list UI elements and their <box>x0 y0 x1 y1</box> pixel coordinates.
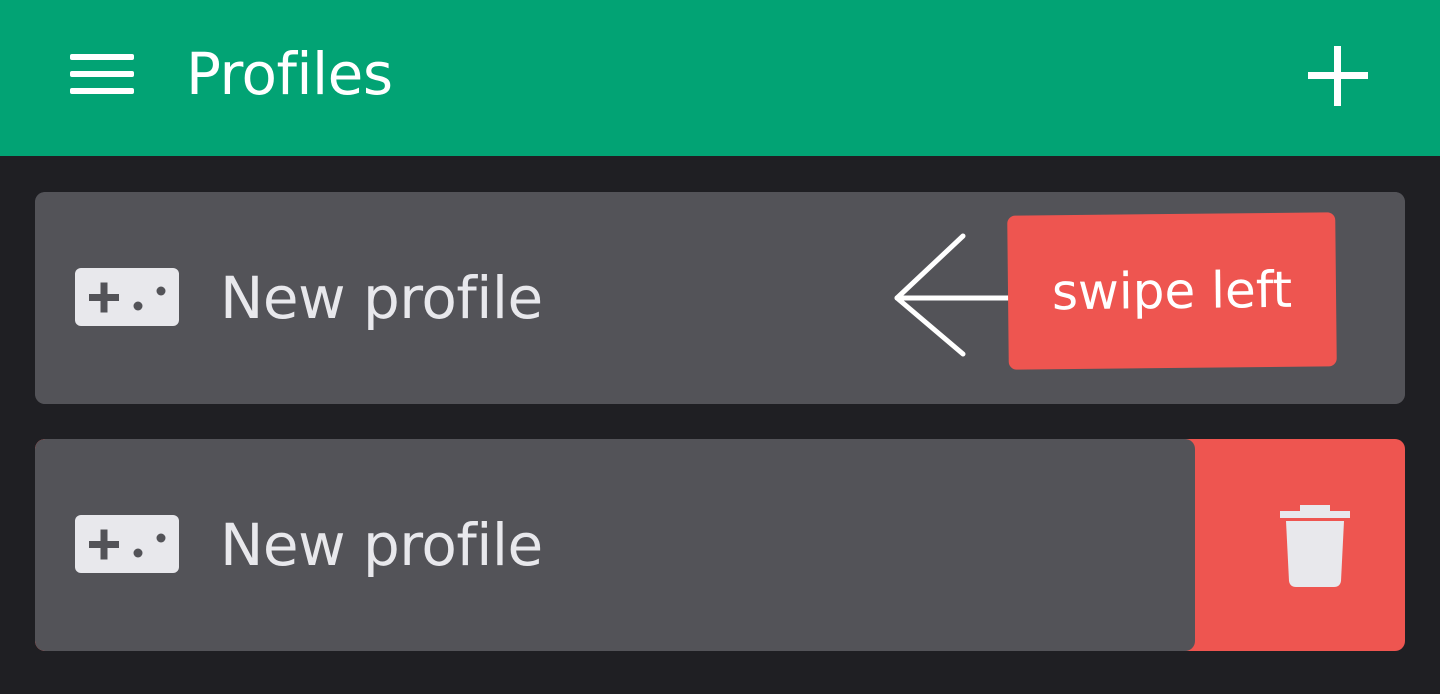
profile-list-item[interactable]: New profile <box>35 439 1405 651</box>
gamepad-icon <box>75 515 179 573</box>
swipe-hint-text: swipe left <box>1051 260 1293 322</box>
gamepad-icon <box>75 268 179 326</box>
arrow-left-icon <box>855 228 1015 368</box>
profile-card-content: New profile <box>35 439 1195 651</box>
hamburger-line <box>70 88 134 94</box>
swipe-hint-badge: swipe left <box>1007 212 1337 370</box>
page-title: Profiles <box>186 40 393 108</box>
menu-button[interactable] <box>62 44 140 104</box>
trash-icon <box>1280 505 1350 587</box>
plus-icon <box>1308 46 1368 106</box>
hamburger-line <box>70 71 134 77</box>
profile-name: New profile <box>220 511 543 579</box>
delete-profile-button[interactable] <box>1225 439 1405 651</box>
add-profile-button[interactable] <box>1302 40 1374 112</box>
app-bar: Profiles <box>0 0 1440 156</box>
hamburger-menu-icon <box>70 54 134 60</box>
profile-name: New profile <box>220 264 543 332</box>
